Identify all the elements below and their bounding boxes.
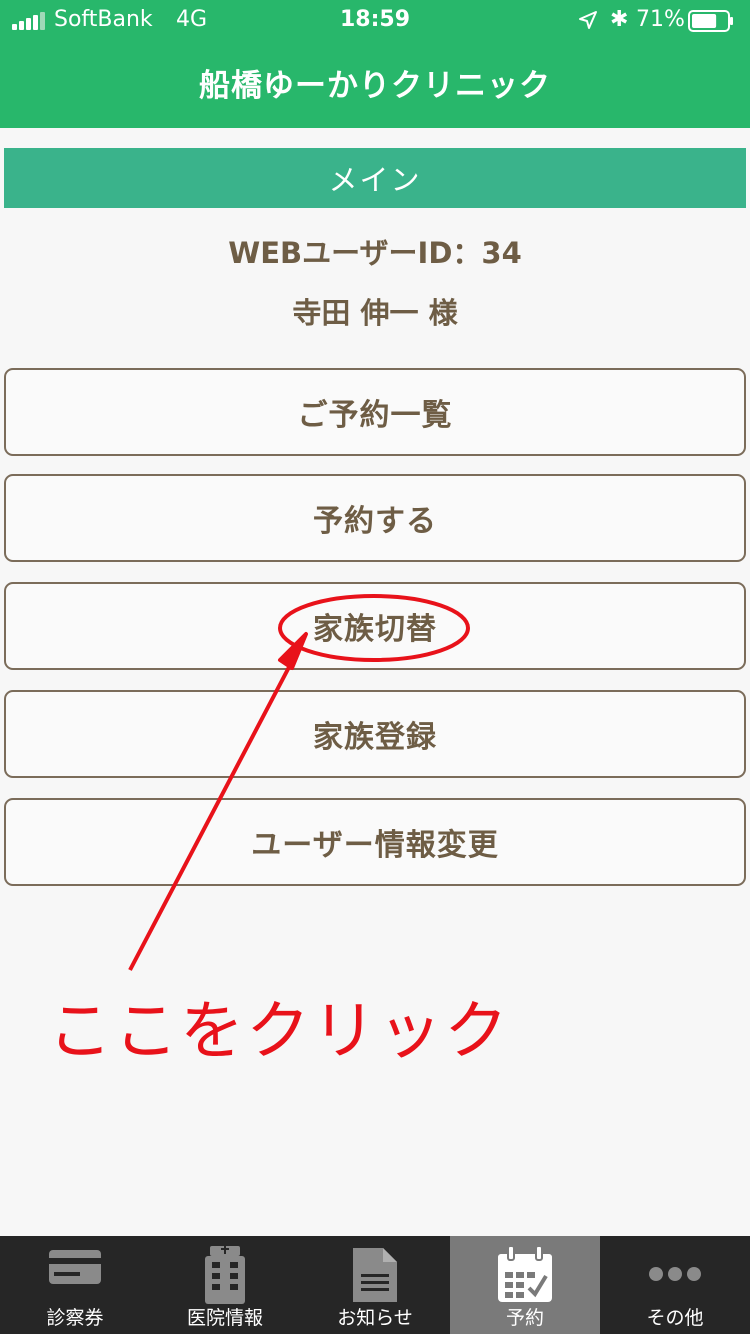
user-name: 寺田 伸一 様	[292, 296, 458, 330]
tab-bar: 診察券 医院情報 お知らせ 予約 その他	[0, 1236, 750, 1334]
building-icon	[205, 1246, 245, 1304]
tab-other[interactable]: その他	[600, 1236, 750, 1334]
tab-label: その他	[646, 1307, 704, 1329]
tab-label: お知らせ	[337, 1307, 413, 1329]
calendar-icon	[498, 1246, 552, 1302]
card-icon	[49, 1250, 101, 1284]
bluetooth-icon: ✱	[610, 7, 629, 32]
location-icon	[579, 11, 597, 29]
battery-percent: 71%	[636, 7, 685, 32]
reservation-list-button[interactable]: ご予約一覧	[4, 368, 746, 456]
section-title: メイン	[4, 148, 746, 208]
document-icon	[353, 1248, 397, 1302]
annotation-text: ここをクリック	[48, 995, 510, 1069]
tab-patient-card[interactable]: 診察券	[0, 1236, 150, 1334]
tab-clinic-info[interactable]: 医院情報	[150, 1236, 300, 1334]
more-icon	[649, 1267, 701, 1281]
change-user-info-button[interactable]: ユーザー情報変更	[4, 798, 746, 886]
tab-reservation[interactable]: 予約	[450, 1236, 600, 1334]
page-title: 船橋ゆーかりクリニック	[199, 68, 551, 104]
tab-label: 診察券	[46, 1307, 104, 1329]
make-reservation-button[interactable]: 予約する	[4, 474, 746, 562]
app-header: SoftBank 4G 18:59 ✱ 71% 船橋ゆーかりクリニック	[0, 0, 750, 128]
battery-icon	[688, 10, 733, 32]
tab-news[interactable]: お知らせ	[300, 1236, 450, 1334]
status-bar: SoftBank 4G 18:59 ✱ 71%	[0, 0, 750, 40]
tab-label: 予約	[505, 1307, 544, 1329]
register-family-button[interactable]: 家族登録	[4, 690, 746, 778]
tab-label: 医院情報	[186, 1307, 263, 1329]
web-user-id: WEBユーザーID：34	[228, 236, 522, 270]
switch-family-button[interactable]: 家族切替	[4, 582, 746, 670]
